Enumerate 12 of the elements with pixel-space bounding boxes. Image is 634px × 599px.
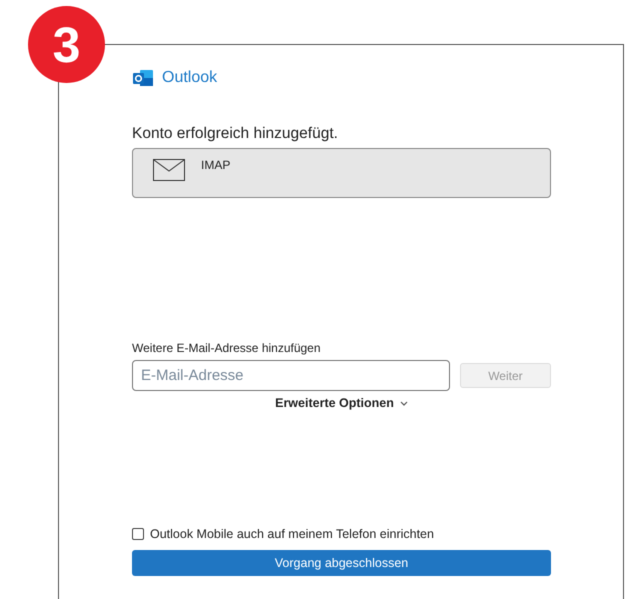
app-name: Outlook (162, 69, 218, 87)
outlook-logo-icon (132, 69, 154, 87)
done-button[interactable]: Vorgang abgeschlossen (132, 550, 551, 576)
step-badge: 3 (28, 6, 105, 83)
advanced-options-toggle[interactable]: Erweiterte Optionen (275, 396, 408, 410)
success-heading: Konto erfolgreich hinzugefügt. (132, 125, 339, 143)
checkbox[interactable] (132, 528, 144, 540)
field-label: Weitere E-Mail-Adresse hinzufügen (132, 341, 322, 355)
envelope-icon (153, 159, 185, 181)
account-type: IMAP (201, 158, 230, 172)
email-field[interactable]: E-Mail-Adresse (132, 360, 450, 391)
checkbox-label: Outlook Mobile auch auf meinem Telefon einrichten (150, 527, 434, 541)
